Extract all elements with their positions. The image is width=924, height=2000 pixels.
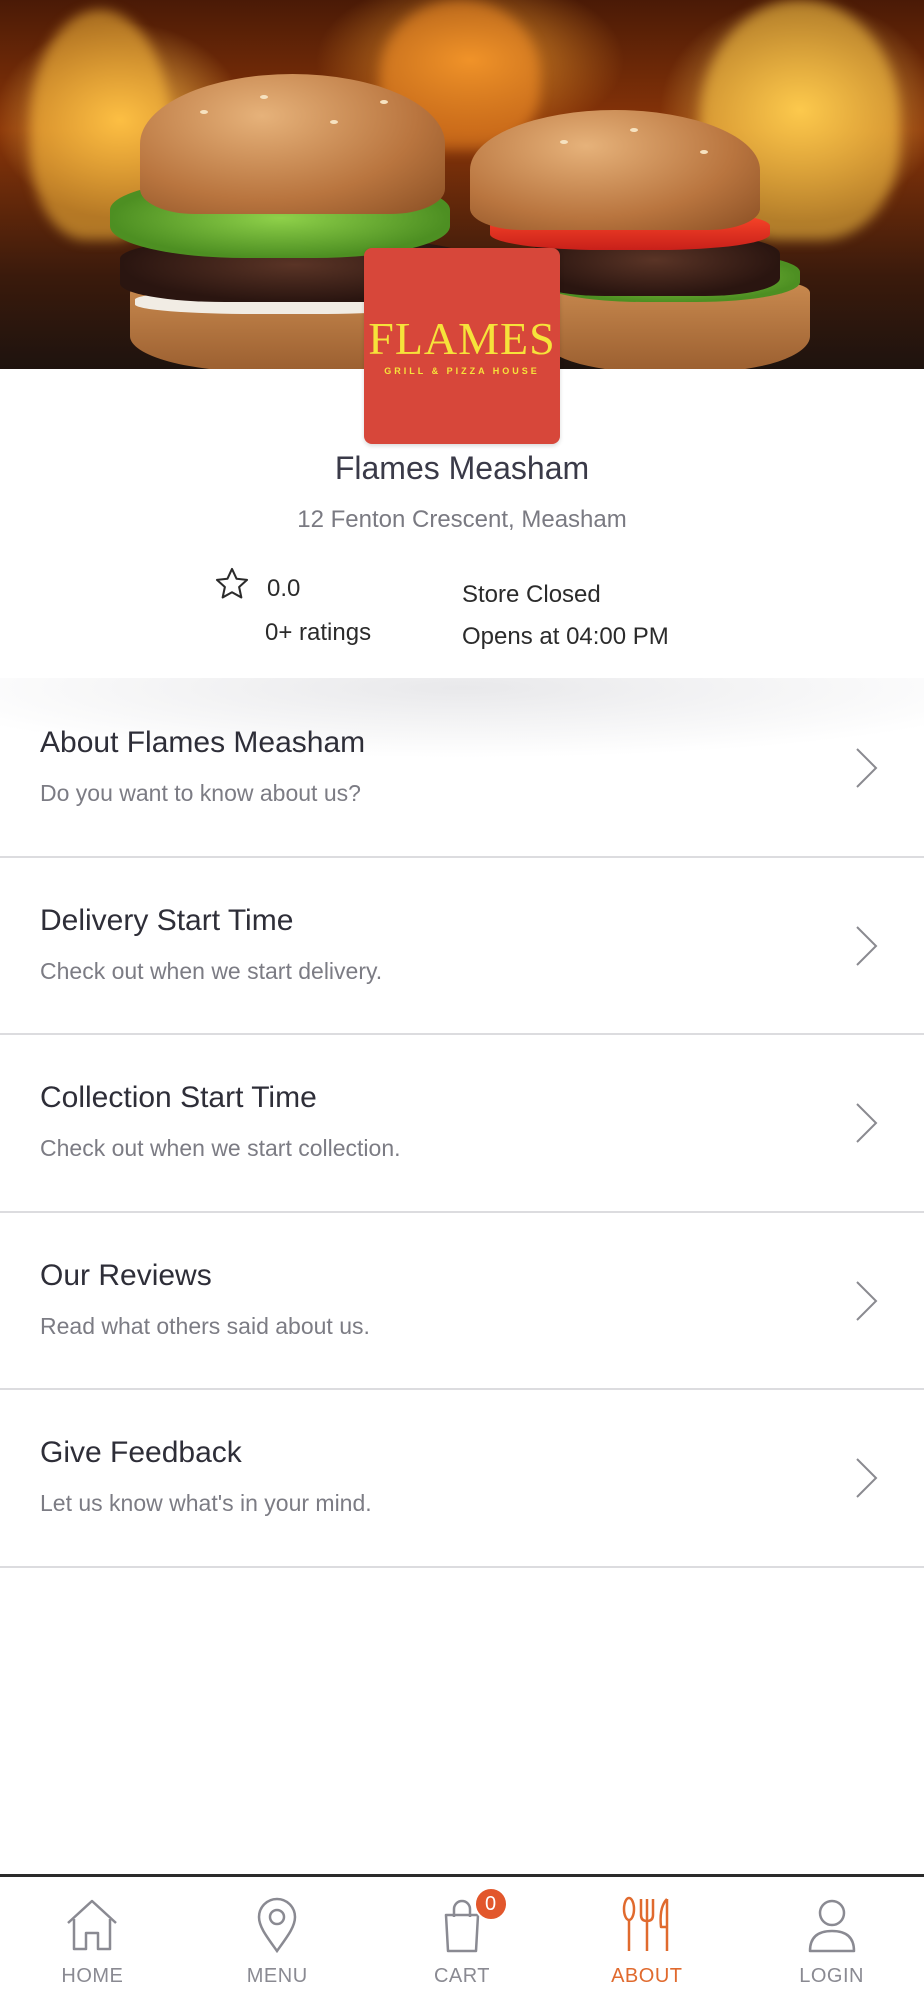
star-icon [215, 567, 249, 599]
list-item-title: Give Feedback [40, 1436, 242, 1469]
list-item-give-feedback[interactable]: Give Feedback Let us know what's in your… [0, 1390, 924, 1568]
nav-label: ABOUT [611, 1965, 683, 1987]
cutlery-icon [622, 1896, 669, 1951]
list-item-our-reviews[interactable]: Our Reviews Read what others said about … [0, 1213, 924, 1390]
nav-item-menu[interactable]: MENU [185, 1877, 370, 2000]
list-item-delivery-start-time[interactable]: Delivery Start Time Check out when we st… [0, 858, 924, 1035]
nav-label: MENU [246, 1965, 308, 1987]
list-item-subtitle: Check out when we start collection. [40, 1135, 401, 1161]
store-status: Store Closed Opens at 04:00 PM [462, 574, 669, 658]
chevron-right-icon [856, 1103, 878, 1143]
rating-value: 0.0 [267, 575, 301, 602]
nav-label: CART [433, 1965, 491, 1987]
list-item-title: Collection Start Time [40, 1081, 317, 1114]
chevron-right-icon [856, 925, 878, 966]
location-pin-icon [257, 1897, 297, 1954]
chevron-right-icon [856, 1458, 878, 1498]
list-item-title: About Flames Measham [40, 726, 366, 759]
cart-count-badge: 0 [473, 1887, 508, 1921]
chevron-right-icon [856, 1280, 878, 1321]
rating-count: 0+ ratings [265, 619, 372, 646]
store-name: Flames Measham [334, 450, 590, 486]
about-options-list: About Flames Measham Do you want to know… [0, 680, 924, 1568]
list-item-collection-start-time[interactable]: Collection Start Time Check out when we … [0, 1035, 924, 1213]
nav-item-login[interactable]: LOGIN [739, 1877, 924, 2000]
store-opening-time: Opens at 04:00 PM [462, 623, 669, 650]
chevron-right-icon [856, 748, 878, 788]
logo-text: FLAMES [368, 313, 556, 364]
bottom-navigation-bar: HOME MENU 0 CART ABOUT LOGIN [0, 1874, 924, 2000]
nav-item-about[interactable]: ABOUT [554, 1877, 739, 2000]
nav-item-cart[interactable]: 0 CART [370, 1877, 555, 2000]
list-item-title: Delivery Start Time [40, 903, 294, 937]
nav-label: LOGIN [799, 1965, 864, 1987]
store-address: 12 Fenton Crescent, Measham [297, 506, 627, 533]
logo-subtitle: GRILL & PIZZA HOUSE [384, 366, 540, 376]
list-item-subtitle: Read what others said about us. [40, 1312, 370, 1339]
home-icon [67, 1899, 118, 1951]
store-status-text: Store Closed [462, 581, 601, 608]
nav-label: HOME [61, 1965, 124, 1987]
list-item-subtitle: Let us know what's in your mind. [40, 1490, 372, 1516]
list-item-about[interactable]: About Flames Measham Do you want to know… [0, 680, 924, 858]
list-item-title: Our Reviews [40, 1258, 212, 1292]
list-item-subtitle: Check out when we start delivery. [40, 957, 383, 984]
user-icon [808, 1899, 855, 1953]
restaurant-logo: FLAMES GRILL & PIZZA HOUSE [364, 248, 560, 444]
list-item-subtitle: Do you want to know about us? [40, 780, 361, 806]
nav-item-home[interactable]: HOME [0, 1877, 185, 2000]
rating-summary: 0.0 0+ ratings [213, 565, 393, 646]
